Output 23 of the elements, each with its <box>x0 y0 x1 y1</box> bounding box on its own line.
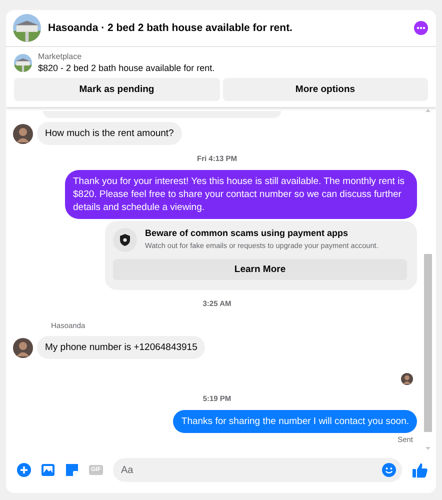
warning-title: Beware of common scams using payment apps <box>145 228 350 238</box>
message-bubble: My phone number is +12064843915 <box>37 336 206 359</box>
image-icon[interactable] <box>41 463 55 477</box>
avatar <box>13 338 33 358</box>
shield-icon <box>113 228 137 252</box>
listing-title: $820 - 2 bed 2 bath house available for rent. <box>38 63 215 73</box>
thumbs-up-icon[interactable] <box>412 462 428 478</box>
avatar <box>13 124 33 144</box>
listing-source: Marketplace <box>38 52 83 61</box>
conversation-title: Hasoanda · 2 bed 2 bath house available for rent. <box>48 22 294 34</box>
avatar <box>401 373 413 385</box>
action-button[interactable]: More options <box>222 78 428 101</box>
plus-icon[interactable] <box>17 463 31 477</box>
sticker-icon[interactable] <box>65 463 79 477</box>
scrollbar[interactable] <box>423 107 433 452</box>
message-bubble: Thank you for your interest! Yes this house is still available. The monthly rent is $820. Please feel free to share your contact number so we can discuss further details and schedule a viewing. <box>65 170 417 219</box>
learn-more-button[interactable]: Learn More <box>113 259 407 280</box>
emoji-icon[interactable] <box>382 463 396 477</box>
message-bubble: Thanks for sharing the number I will contact you soon. <box>173 410 417 433</box>
action-button[interactable]: Mark as pending <box>14 78 220 101</box>
message-bubble: How much is the rent amount? <box>37 122 182 145</box>
more-icon[interactable] <box>414 21 428 35</box>
message-field[interactable]: Aa <box>113 458 402 482</box>
